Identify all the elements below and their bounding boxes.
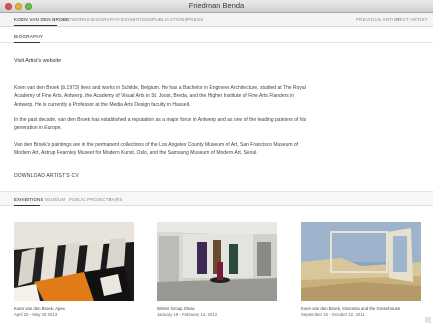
nav-publications[interactable]: Publications [152, 17, 188, 22]
exhibition-thumbnail-insomnia[interactable] [301, 222, 421, 301]
active-nav-underline [14, 25, 57, 26]
exhibition-title[interactable]: Koen van den Broek, Insomnia and the Gre… [301, 306, 400, 311]
tab-fairs[interactable]: Fairs [109, 197, 122, 202]
exhibition-title[interactable]: Koen van den Broek, Apex [14, 306, 65, 311]
exhibition-dates: September 15 - October 22, 2011 [301, 312, 365, 317]
tab-exhibitions[interactable]: Exhibitions [14, 197, 43, 202]
exhibition-dates: April 25 - May 26 2013 [14, 312, 58, 317]
exhibition-card[interactable]: Winter Group Show January 19 - February … [157, 222, 277, 317]
exhibition-card[interactable]: Koen van den Broek, Insomnia and the Gre… [301, 222, 421, 317]
sub-navigation: Biography [0, 27, 433, 43]
bio-paragraph-3: Van den Broek's paintings are in the per… [14, 142, 299, 157]
previous-artist-link[interactable]: Previous Artist [356, 17, 400, 22]
nav-artworks[interactable]: Artworks [62, 17, 90, 22]
nav-biography[interactable]: Biography [91, 17, 120, 22]
exhibition-thumbnail-winter-group-show[interactable] [157, 222, 277, 301]
exhibition-dates: January 19 - February 14, 2012 [157, 312, 218, 317]
tab-museum[interactable]: Museum [45, 197, 65, 202]
exhibition-card[interactable]: Koen van den Broek, Apex April 25 - May … [14, 222, 134, 317]
exhibition-tabs-bar: Exhibitions Museum Public Projects Fairs [0, 191, 433, 206]
active-subnav-underline [14, 42, 40, 43]
exhibition-thumbnail-apex[interactable] [14, 222, 134, 301]
top-navigation: Koen van den Broek Artworks Biography Ex… [0, 13, 433, 27]
next-artist-link[interactable]: Next Artist [396, 17, 428, 22]
bio-paragraph-2: In the past decade, van den Broek has es… [14, 117, 307, 132]
exhibition-title[interactable]: Winter Group Show [157, 306, 195, 311]
download-cv-link[interactable]: Download Artist's CV [14, 173, 79, 179]
visit-website-link[interactable]: Visit Artist's website [14, 58, 61, 64]
active-exhibition-tab-underline [14, 205, 40, 206]
window-titlebar: Friedman Benda [0, 0, 433, 13]
tab-public-projects[interactable]: Public Projects [69, 197, 112, 202]
tab-biography[interactable]: Biography [14, 34, 43, 39]
resize-grip[interactable] [425, 317, 431, 323]
window-title: Friedman Benda [188, 1, 245, 10]
bio-paragraph-1: Koen van den Broek (b.1973) lives and wo… [14, 85, 306, 108]
nav-exhibitions[interactable]: Exhibitions [121, 17, 152, 22]
nav-press[interactable]: Press [187, 17, 204, 22]
